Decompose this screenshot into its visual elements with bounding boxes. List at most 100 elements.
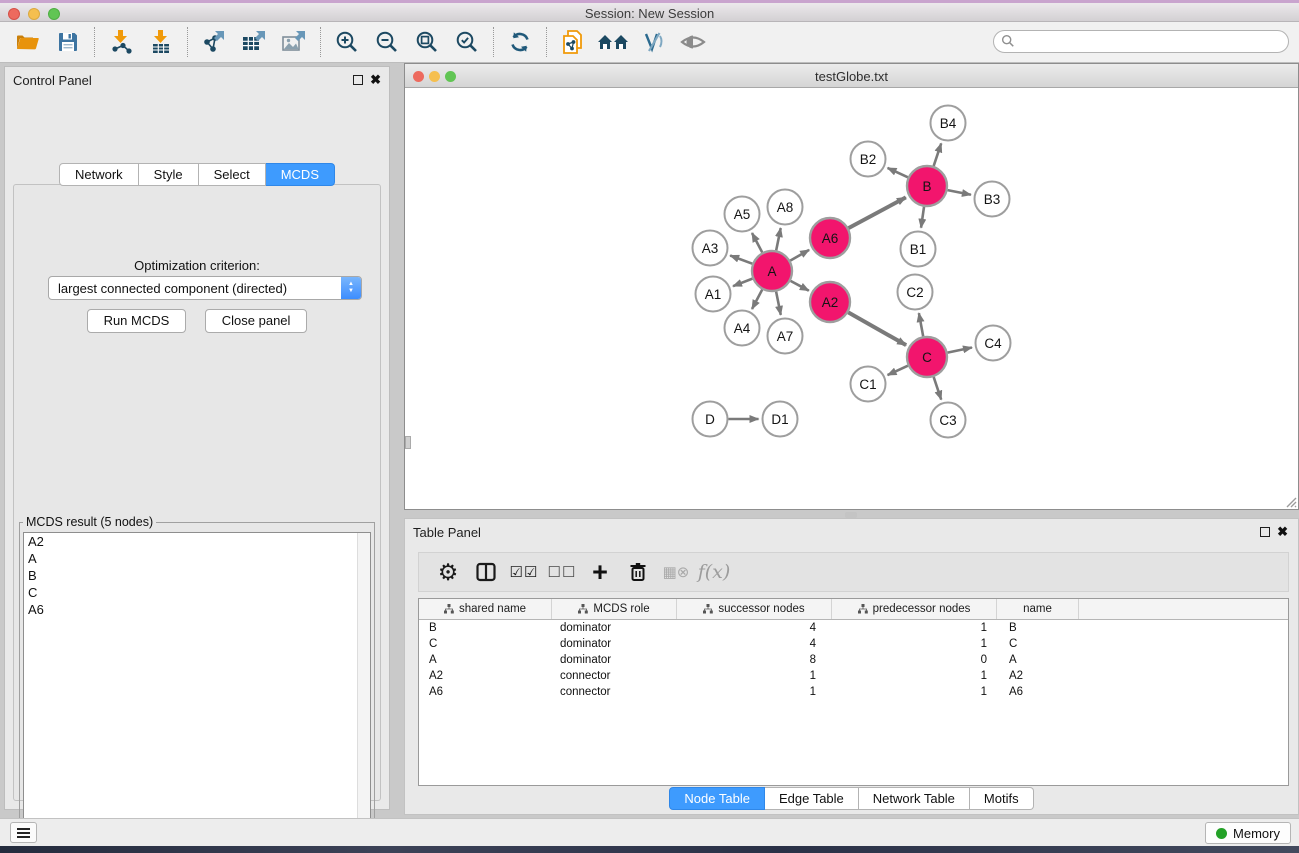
table-row[interactable]: A6connector11A6 xyxy=(419,684,1288,700)
table-cell[interactable]: A6 xyxy=(997,684,1079,700)
table-cell[interactable]: A xyxy=(997,652,1079,668)
delete-table-icon[interactable]: ▦⊗ xyxy=(657,556,695,588)
criterion-select[interactable]: largest connected component (directed) ▲… xyxy=(48,276,362,300)
list-item[interactable]: A2 xyxy=(24,533,370,550)
list-item[interactable]: A xyxy=(24,550,370,567)
table-cell[interactable]: 1 xyxy=(832,684,997,700)
task-history-button[interactable] xyxy=(10,822,37,843)
export-image-icon[interactable] xyxy=(274,25,314,59)
table-cell[interactable]: 4 xyxy=(677,636,832,652)
home-pages-icon[interactable] xyxy=(593,25,633,59)
edge-B-B3[interactable] xyxy=(948,190,971,195)
column-header-MCDS-role[interactable]: MCDS role xyxy=(552,599,677,619)
edge-A6-B[interactable] xyxy=(849,197,906,228)
zoom-out-icon[interactable] xyxy=(367,25,407,59)
result-list-scrollbar[interactable] xyxy=(357,533,370,853)
memory-button[interactable]: Memory xyxy=(1205,822,1291,844)
pane-handle[interactable] xyxy=(405,436,411,449)
close-panel-button[interactable]: Close panel xyxy=(205,309,308,333)
edge-B-B2[interactable] xyxy=(888,168,908,177)
show-hide-graphics-icon[interactable] xyxy=(673,25,713,59)
tab-select[interactable]: Select xyxy=(199,163,266,186)
edge-A-A5[interactable] xyxy=(752,233,762,252)
edge-C-C2[interactable] xyxy=(919,313,923,336)
table-cell[interactable]: B xyxy=(419,620,552,636)
export-table-icon[interactable] xyxy=(234,25,274,59)
edge-C-C3[interactable] xyxy=(934,377,942,400)
edge-C-C1[interactable] xyxy=(888,366,908,375)
search-input[interactable] xyxy=(993,30,1289,53)
table-cell[interactable]: connector xyxy=(552,668,677,684)
table-cell[interactable]: C xyxy=(419,636,552,652)
edge-A2-C[interactable] xyxy=(848,312,906,345)
table-cell[interactable]: dominator xyxy=(552,620,677,636)
table-cell[interactable]: 4 xyxy=(677,620,832,636)
table-row[interactable]: Adominator80A xyxy=(419,652,1288,668)
function-builder-icon[interactable]: f(x) xyxy=(695,556,733,588)
table-cell[interactable]: 0 xyxy=(832,652,997,668)
list-item[interactable]: A6 xyxy=(24,601,370,618)
table-cell[interactable]: connector xyxy=(552,684,677,700)
toggle-visual-properties-icon[interactable] xyxy=(633,25,673,59)
tab-style[interactable]: Style xyxy=(139,163,199,186)
edge-A-A2[interactable] xyxy=(791,281,809,291)
table-cell[interactable]: A6 xyxy=(419,684,552,700)
import-table-icon[interactable] xyxy=(141,25,181,59)
float-table-panel-icon[interactable] xyxy=(1260,527,1270,537)
run-mcds-button[interactable]: Run MCDS xyxy=(87,309,187,333)
table-cell[interactable]: 1 xyxy=(677,668,832,684)
edge-A-A3[interactable] xyxy=(730,255,752,263)
resize-grip-icon[interactable] xyxy=(1283,494,1297,508)
zoom-in-icon[interactable] xyxy=(327,25,367,59)
edge-A-A4[interactable] xyxy=(752,290,762,309)
select-all-checkboxes-icon[interactable]: ☑☑ xyxy=(505,556,543,588)
tab-network[interactable]: Network xyxy=(59,163,139,186)
table-row[interactable]: Cdominator41C xyxy=(419,636,1288,652)
list-item[interactable]: B xyxy=(24,567,370,584)
edge-A-A7[interactable] xyxy=(776,292,781,315)
list-item[interactable]: C xyxy=(24,584,370,601)
edge-C-C4[interactable] xyxy=(948,347,972,352)
column-header-shared-name[interactable]: shared name xyxy=(419,599,552,619)
tab-mcds[interactable]: MCDS xyxy=(266,163,335,186)
import-network-icon[interactable] xyxy=(101,25,141,59)
edge-B-B1[interactable] xyxy=(921,207,924,228)
table-cell[interactable]: B xyxy=(997,620,1079,636)
table-cell[interactable]: dominator xyxy=(552,636,677,652)
open-folder-icon[interactable] xyxy=(8,25,48,59)
table-cell[interactable]: 8 xyxy=(677,652,832,668)
tab-edge-table[interactable]: Edge Table xyxy=(765,787,859,810)
column-header-predecessor-nodes[interactable]: predecessor nodes xyxy=(832,599,997,619)
table-cell[interactable]: dominator xyxy=(552,652,677,668)
export-network-icon[interactable] xyxy=(194,25,234,59)
table-cell[interactable]: 1 xyxy=(832,620,997,636)
mcds-result-list[interactable]: A2ABCA6 xyxy=(23,532,371,853)
new-network-from-selection-icon[interactable] xyxy=(553,25,593,59)
close-table-panel-icon[interactable]: ✖ xyxy=(1277,524,1288,540)
column-header-name[interactable]: name xyxy=(997,599,1079,619)
tab-motifs[interactable]: Motifs xyxy=(970,787,1034,810)
table-row[interactable]: A2connector11A2 xyxy=(419,668,1288,684)
delete-column-icon[interactable] xyxy=(619,556,657,588)
edge-B-B4[interactable] xyxy=(934,143,942,166)
edge-A-A8[interactable] xyxy=(776,228,781,250)
tab-node-table[interactable]: Node Table xyxy=(669,787,765,810)
network-canvas[interactable]: B4B2BB3B1A5A8A6A3AA1A2C2A4A7C4CC1C3DD1 xyxy=(405,88,1298,509)
split-columns-icon[interactable] xyxy=(467,556,505,588)
table-cell[interactable]: C xyxy=(997,636,1079,652)
table-cell[interactable]: 1 xyxy=(832,668,997,684)
tab-network-table[interactable]: Network Table xyxy=(859,787,970,810)
network-window-titlebar[interactable]: testGlobe.txt xyxy=(405,64,1298,88)
node-table[interactable]: shared nameMCDS rolesuccessor nodesprede… xyxy=(418,598,1289,786)
zoom-fit-icon[interactable] xyxy=(407,25,447,59)
table-cell[interactable]: A2 xyxy=(997,668,1079,684)
table-row[interactable]: Bdominator41B xyxy=(419,620,1288,636)
table-cell[interactable]: A2 xyxy=(419,668,552,684)
column-header-successor-nodes[interactable]: successor nodes xyxy=(677,599,832,619)
zoom-selected-icon[interactable] xyxy=(447,25,487,59)
close-panel-icon[interactable]: ✖ xyxy=(370,72,381,88)
add-column-icon[interactable]: + xyxy=(581,556,619,588)
network-graph[interactable]: B4B2BB3B1A5A8A6A3AA1A2C2A4A7C4CC1C3DD1 xyxy=(405,88,1298,509)
float-panel-icon[interactable] xyxy=(353,75,363,85)
table-cell[interactable]: 1 xyxy=(832,636,997,652)
